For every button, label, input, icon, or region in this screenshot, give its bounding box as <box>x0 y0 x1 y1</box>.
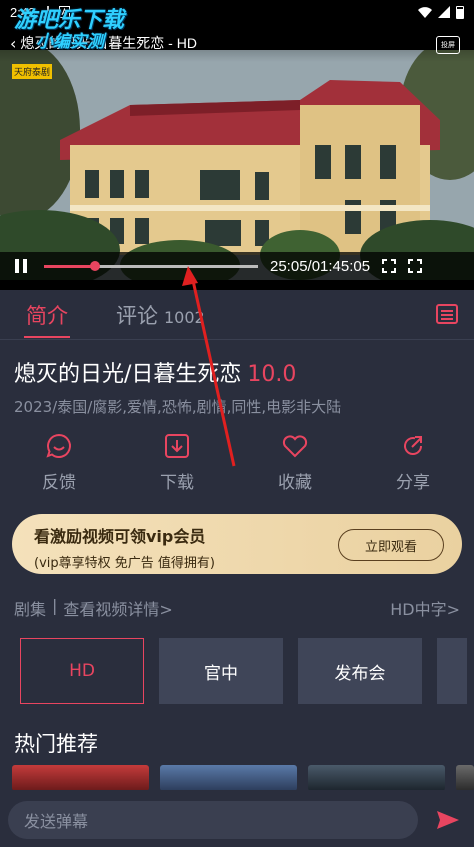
playback-time: 25:05/01:45:05 <box>270 257 371 275</box>
episode-list: HD 官中 发布会 <box>20 638 474 704</box>
episode-item-partial[interactable] <box>437 638 467 704</box>
tab-divider <box>0 339 474 340</box>
share-label: 分享 <box>396 473 430 493</box>
comment-count: 1002 <box>164 308 205 327</box>
video-details-link[interactable]: 查看视频详情> <box>63 596 172 620</box>
favorite-button[interactable]: 收藏 <box>236 432 354 494</box>
danmu-input[interactable]: 发送弹幕 <box>8 801 418 839</box>
fullscreen-icon[interactable] <box>408 259 423 273</box>
expand-icon[interactable] <box>382 259 397 273</box>
video-frame-image <box>0 50 474 280</box>
episodes-separator: | <box>52 596 58 615</box>
action-row: 反馈 下载 收藏 分享 <box>0 432 474 494</box>
pause-icon[interactable] <box>14 259 28 273</box>
recommend-thumb-partial[interactable] <box>456 765 474 791</box>
player-controls: 25:05/01:45:05 <box>0 252 474 280</box>
episode-item[interactable]: HD <box>20 638 144 704</box>
hot-section-title: 热门推荐 <box>14 732 98 756</box>
recommend-list <box>12 765 474 791</box>
movie-title-row: 熄灭的日光/日暮生死恋 10.0 <box>14 356 296 388</box>
favorite-label: 收藏 <box>278 473 312 493</box>
cast-button[interactable]: 投屏 <box>436 36 460 54</box>
share-icon <box>404 436 423 455</box>
app-screen: 2:48 ‹ 熄灭的日光/日暮生死恋 - HD 投屏 天府泰剧 25:05/01… <box>0 0 474 847</box>
watermark-line-1: 游吧乐下载 <box>14 8 125 33</box>
progress-handle[interactable] <box>90 260 101 271</box>
episodes-label: 剧集 <box>14 600 47 619</box>
movie-score: 10.0 <box>247 362 297 387</box>
feedback-icon <box>46 433 71 458</box>
progress-fill <box>44 264 96 268</box>
watch-now-button[interactable]: 立即观看 <box>338 529 444 561</box>
detail-tabs: 简介 评论 1002 <box>0 290 474 340</box>
movie-meta: 2023/泰国/腐影,爱情,恐怖,剧情,同性,电影非大陆 <box>14 398 342 416</box>
download-icon <box>165 434 189 458</box>
movie-title: 熄灭的日光/日暮生死恋 <box>14 362 242 387</box>
danmu-placeholder: 发送弹幕 <box>24 812 89 831</box>
cast-label: 投屏 <box>441 41 455 49</box>
tab-comments[interactable]: 评论 1002 <box>116 300 205 330</box>
status-system-icons <box>418 5 464 19</box>
channel-logo: 天府泰剧 <box>12 64 53 79</box>
download-button[interactable]: 下载 <box>118 432 236 494</box>
heart-icon <box>282 435 308 458</box>
recommend-thumb[interactable] <box>160 765 297 791</box>
danmu-bar: 发送弹幕 <box>0 790 474 847</box>
send-icon[interactable] <box>436 810 460 830</box>
recommend-thumb[interactable] <box>12 765 149 791</box>
video-player[interactable]: ‹ 熄灭的日光/日暮生死恋 - HD 投屏 天府泰剧 25:05/01:45:0… <box>0 24 474 290</box>
episode-item[interactable]: 官中 <box>159 638 283 704</box>
tab-comments-label: 评论 <box>116 304 158 328</box>
signal-icon <box>438 6 450 18</box>
progress-bar[interactable] <box>44 260 258 271</box>
episodes-header: 剧集 | 查看视频详情> HD中字> <box>14 596 460 620</box>
list-menu-icon[interactable] <box>436 304 458 324</box>
site-watermark: 游吧乐下载 小编实测 <box>14 10 124 51</box>
watermark-line-2: 小编实测 <box>36 32 104 52</box>
feedback-label: 反馈 <box>42 473 76 493</box>
tab-intro[interactable]: 简介 <box>24 300 70 338</box>
download-label: 下载 <box>160 473 194 493</box>
vip-banner[interactable]: 看激励视频可领vip会员 (vip尊享特权 免广告 值得拥有) 立即观看 <box>12 514 462 574</box>
battery-icon <box>456 5 464 19</box>
video-frame <box>0 50 474 280</box>
episode-item[interactable]: 发布会 <box>298 638 422 704</box>
recommend-thumb[interactable] <box>308 765 445 791</box>
share-button[interactable]: 分享 <box>354 432 472 494</box>
wifi-icon <box>418 7 432 18</box>
quality-selector[interactable]: HD中字> <box>390 596 460 620</box>
feedback-button[interactable]: 反馈 <box>0 432 118 494</box>
